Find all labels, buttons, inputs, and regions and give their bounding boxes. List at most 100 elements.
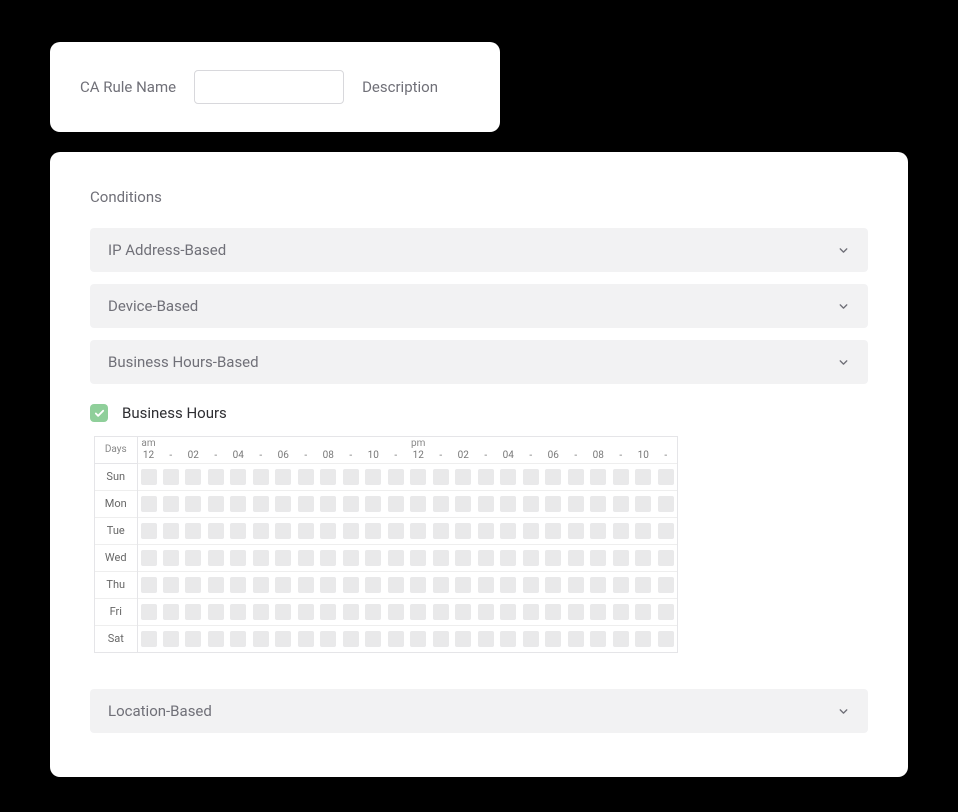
hour-slot[interactable] [317,544,340,571]
hour-slot[interactable] [295,625,318,652]
hour-slot[interactable] [497,598,520,625]
condition-location-based[interactable]: Location-Based [90,689,868,733]
hour-slot[interactable] [227,625,250,652]
hour-slot[interactable] [542,490,565,517]
hour-slot[interactable] [655,463,678,490]
hour-slot[interactable] [160,571,183,598]
hour-slot[interactable] [272,571,295,598]
hour-slot[interactable] [565,544,588,571]
hour-slot[interactable] [475,598,498,625]
hour-slot[interactable] [295,463,318,490]
hour-slot[interactable] [295,571,318,598]
hour-slot[interactable] [137,571,160,598]
hour-slot[interactable] [182,598,205,625]
hour-slot[interactable] [182,544,205,571]
hour-slot[interactable] [610,625,633,652]
hour-slot[interactable] [587,490,610,517]
hour-slot[interactable] [542,571,565,598]
hour-slot[interactable] [227,490,250,517]
hour-slot[interactable] [340,571,363,598]
hour-slot[interactable] [295,517,318,544]
hour-slot[interactable] [520,517,543,544]
hour-slot[interactable] [407,517,430,544]
hour-slot[interactable] [632,598,655,625]
hour-slot[interactable] [385,544,408,571]
hour-slot[interactable] [317,463,340,490]
rule-name-input[interactable] [194,70,344,104]
hour-slot[interactable] [205,625,228,652]
hour-slot[interactable] [250,544,273,571]
hour-slot[interactable] [160,544,183,571]
hour-slot[interactable] [272,544,295,571]
hour-slot[interactable] [362,490,385,517]
hour-slot[interactable] [475,571,498,598]
hour-slot[interactable] [272,517,295,544]
hour-slot[interactable] [182,463,205,490]
hour-slot[interactable] [542,625,565,652]
hour-slot[interactable] [137,517,160,544]
hour-slot[interactable] [317,517,340,544]
hour-slot[interactable] [272,490,295,517]
hour-slot[interactable] [497,463,520,490]
hour-slot[interactable] [565,598,588,625]
hour-slot[interactable] [587,598,610,625]
hour-slot[interactable] [295,544,318,571]
hour-slot[interactable] [250,571,273,598]
hour-slot[interactable] [430,571,453,598]
hour-slot[interactable] [520,463,543,490]
hour-slot[interactable] [227,544,250,571]
hour-slot[interactable] [610,490,633,517]
hour-slot[interactable] [610,463,633,490]
hour-slot[interactable] [250,598,273,625]
hour-slot[interactable] [655,490,678,517]
hour-slot[interactable] [407,544,430,571]
hour-slot[interactable] [610,544,633,571]
hour-slot[interactable] [250,463,273,490]
hour-slot[interactable] [565,463,588,490]
hour-slot[interactable] [475,463,498,490]
hour-slot[interactable] [362,544,385,571]
hour-slot[interactable] [632,490,655,517]
hour-slot[interactable] [587,571,610,598]
hour-slot[interactable] [520,490,543,517]
hour-slot[interactable] [520,625,543,652]
hour-slot[interactable] [295,490,318,517]
hour-slot[interactable] [205,544,228,571]
hour-slot[interactable] [430,490,453,517]
hour-slot[interactable] [452,490,475,517]
hour-slot[interactable] [542,463,565,490]
hour-slot[interactable] [340,544,363,571]
hour-slot[interactable] [317,571,340,598]
hour-slot[interactable] [587,463,610,490]
hour-slot[interactable] [160,490,183,517]
hour-slot[interactable] [160,598,183,625]
hour-slot[interactable] [362,571,385,598]
hour-slot[interactable] [565,625,588,652]
hour-slot[interactable] [362,598,385,625]
hour-slot[interactable] [407,571,430,598]
hour-slot[interactable] [587,625,610,652]
hour-slot[interactable] [632,517,655,544]
hour-slot[interactable] [227,463,250,490]
hour-slot[interactable] [610,571,633,598]
hour-slot[interactable] [655,517,678,544]
hour-slot[interactable] [250,517,273,544]
hour-slot[interactable] [430,625,453,652]
hour-slot[interactable] [407,490,430,517]
hour-slot[interactable] [475,490,498,517]
hour-slot[interactable] [565,490,588,517]
hour-slot[interactable] [160,463,183,490]
hour-slot[interactable] [632,571,655,598]
hour-slot[interactable] [317,490,340,517]
hour-slot[interactable] [272,625,295,652]
hour-slot[interactable] [205,490,228,517]
hour-slot[interactable] [497,490,520,517]
hour-slot[interactable] [317,625,340,652]
hour-slot[interactable] [205,571,228,598]
hour-slot[interactable] [250,625,273,652]
hour-slot[interactable] [587,544,610,571]
hour-slot[interactable] [182,517,205,544]
hour-slot[interactable] [385,625,408,652]
hour-slot[interactable] [632,544,655,571]
hour-slot[interactable] [475,517,498,544]
